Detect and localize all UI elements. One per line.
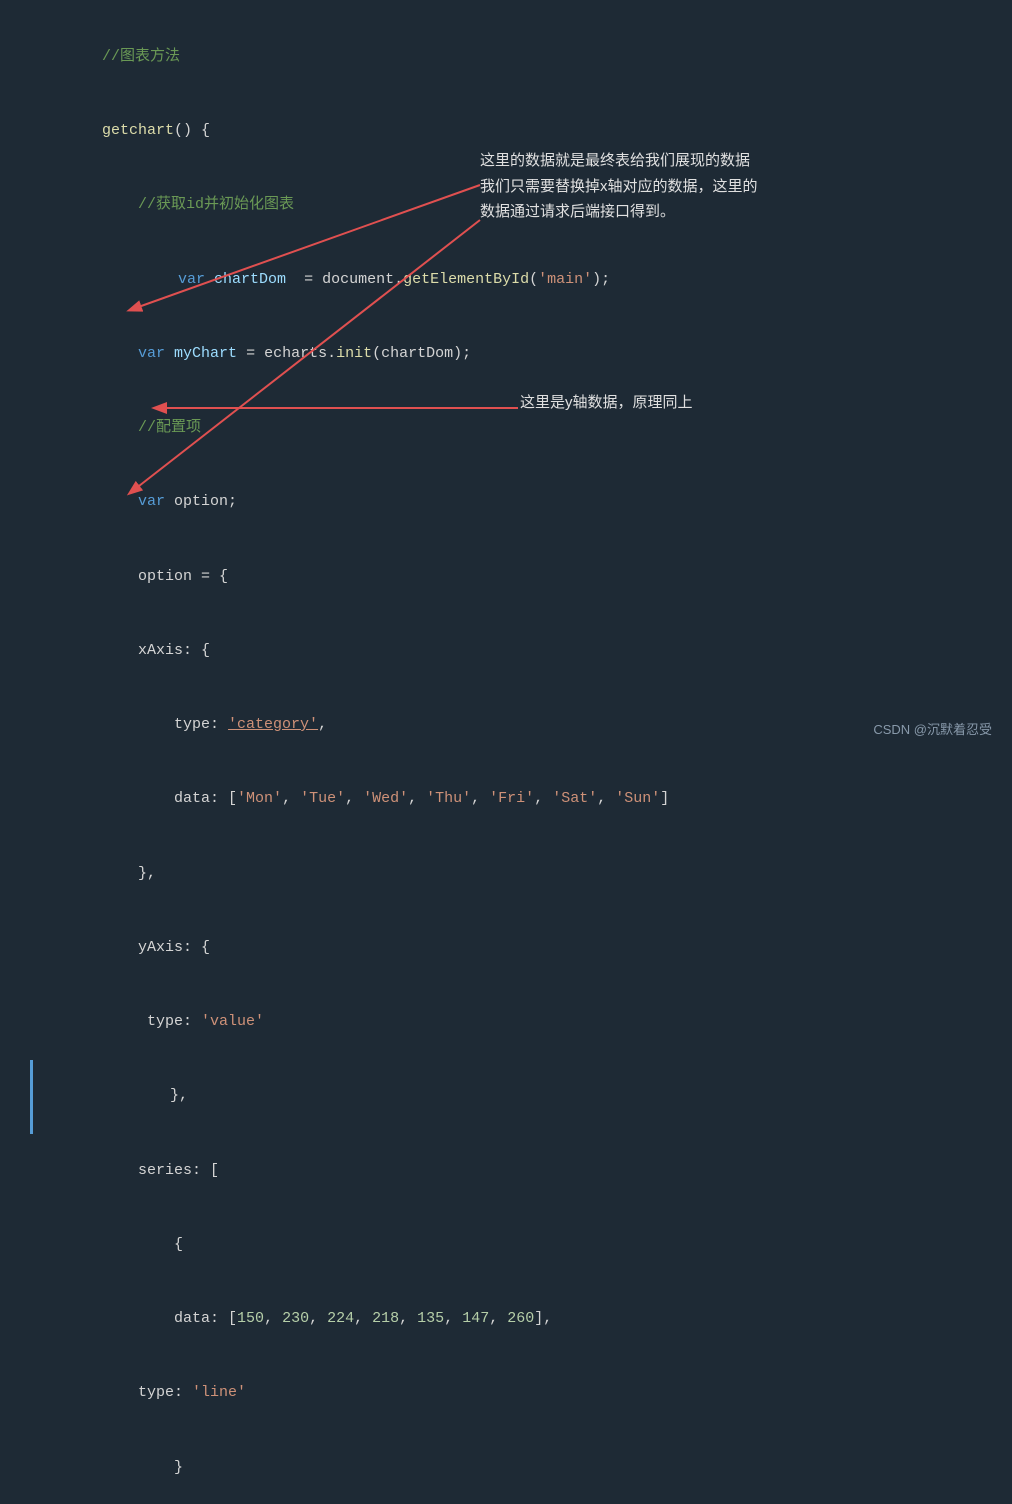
annotation-box-2: 这里是y轴数据，原理同上 bbox=[520, 390, 693, 416]
code-line-20: } bbox=[30, 1431, 982, 1504]
code-line-10: type: 'category', bbox=[30, 688, 982, 762]
comment-1: //图表方法 bbox=[66, 48, 180, 65]
code-line-1: //图表方法 bbox=[30, 20, 982, 94]
code-line-19: type: 'line' bbox=[30, 1357, 982, 1431]
comment-2: //获取id并初始化图表 bbox=[66, 196, 294, 213]
comment-3: //配置项 bbox=[66, 419, 201, 436]
annotation-box-1: 这里的数据就是最终表给我们展现的数据 我们只需要替换掉x轴对应的数据，这里的 数… bbox=[480, 148, 758, 225]
code-container: //图表方法 getchart() { //获取id并初始化图表 var cha… bbox=[0, 0, 1012, 752]
code-line-13: yAxis: { bbox=[30, 911, 982, 985]
code-line-18: data: [150, 230, 224, 218, 135, 147, 260… bbox=[30, 1282, 982, 1356]
code-line-9: xAxis: { bbox=[30, 614, 982, 688]
code-line-4: var chartDom = document.getElementById('… bbox=[30, 243, 982, 317]
code-line-6: //配置项 bbox=[30, 391, 982, 465]
code-line-8: option = { bbox=[30, 540, 982, 614]
fn-getchart: getchart bbox=[66, 122, 174, 139]
watermark: CSDN @沉默着忍受 bbox=[873, 719, 992, 738]
code-line-14: type: 'value' bbox=[30, 985, 982, 1059]
code-line-11: data: ['Mon', 'Tue', 'Wed', 'Thu', 'Fri'… bbox=[30, 763, 982, 837]
code-line-7: var option; bbox=[30, 466, 982, 540]
code-line-17: { bbox=[30, 1208, 982, 1282]
code-line-15: }, bbox=[30, 1060, 982, 1134]
code-line-16: series: [ bbox=[30, 1134, 982, 1208]
code-line-12: }, bbox=[30, 837, 982, 911]
code-line-5: var myChart = echarts.init(chartDom); bbox=[30, 317, 982, 391]
